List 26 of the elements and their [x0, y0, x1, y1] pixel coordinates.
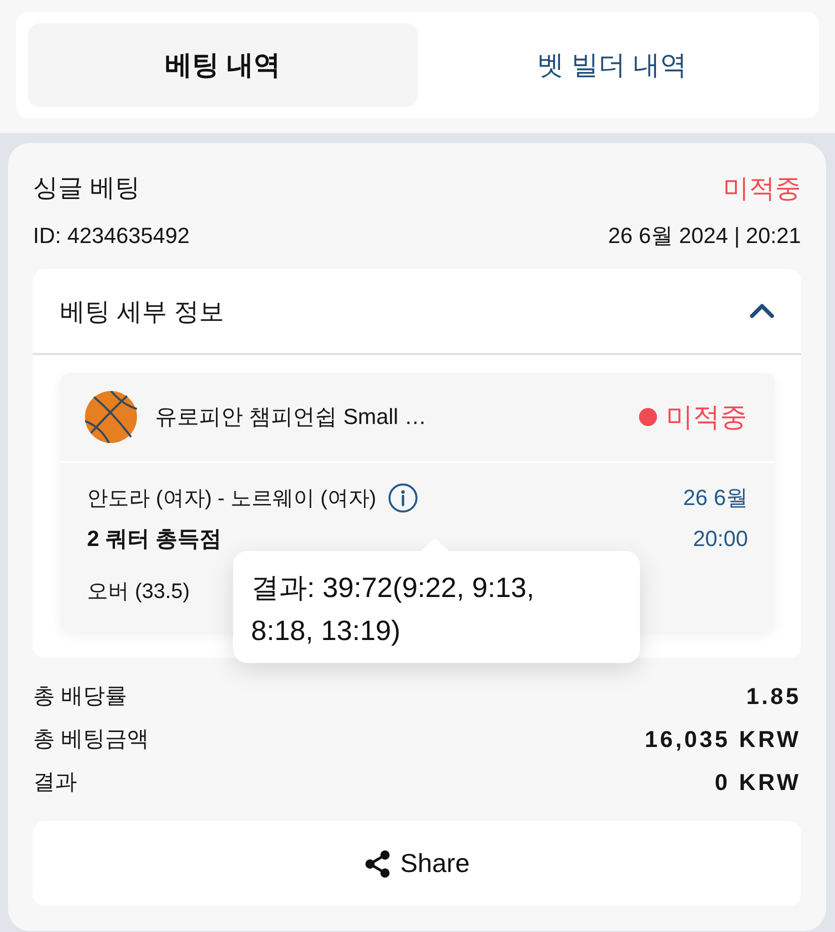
pick-label: 오버 (33.5)	[87, 579, 190, 605]
status-dot-icon	[639, 408, 657, 426]
share-button[interactable]: Share	[33, 821, 801, 906]
summary-value: 16,035 KRW	[644, 725, 801, 754]
summary-value: 0 KRW	[714, 768, 801, 797]
match-name: 안도라 (여자) - 노르웨이 (여자)	[87, 486, 376, 512]
summary-label: 총 배당률	[33, 682, 128, 710]
bet-datetime-label: 26 6월 2024 | 20:21	[608, 222, 801, 250]
summary-label: 결과	[33, 768, 77, 796]
event-time: 20:00	[692, 526, 748, 552]
summary-value: 1.85	[746, 682, 801, 711]
market-name: 2 쿼터 총득점	[87, 525, 222, 553]
share-icon	[364, 850, 392, 878]
tab[interactable]: 베팅 내역	[28, 23, 418, 107]
selection-status-label: 미적중	[666, 401, 747, 434]
basketball-icon	[85, 391, 137, 443]
bet-status-label: 미적중	[723, 172, 801, 204]
summary-label: 총 베팅금액	[33, 725, 150, 753]
info-icon[interactable]	[388, 483, 418, 513]
bet-id-label: ID: 4234635492	[33, 222, 190, 250]
bet-type-label: 싱글 베팅	[33, 173, 140, 204]
league-name: 유로피안 챔피언쉽 Small …	[155, 403, 428, 431]
tooltip: 결과: 39:72(9:22, 9:13, 8:18, 13:19)	[233, 551, 640, 663]
chevron-up-icon[interactable]	[749, 301, 775, 321]
event-date: 26 6월	[683, 484, 748, 512]
details-title: 베팅 세부 정보	[60, 296, 224, 328]
